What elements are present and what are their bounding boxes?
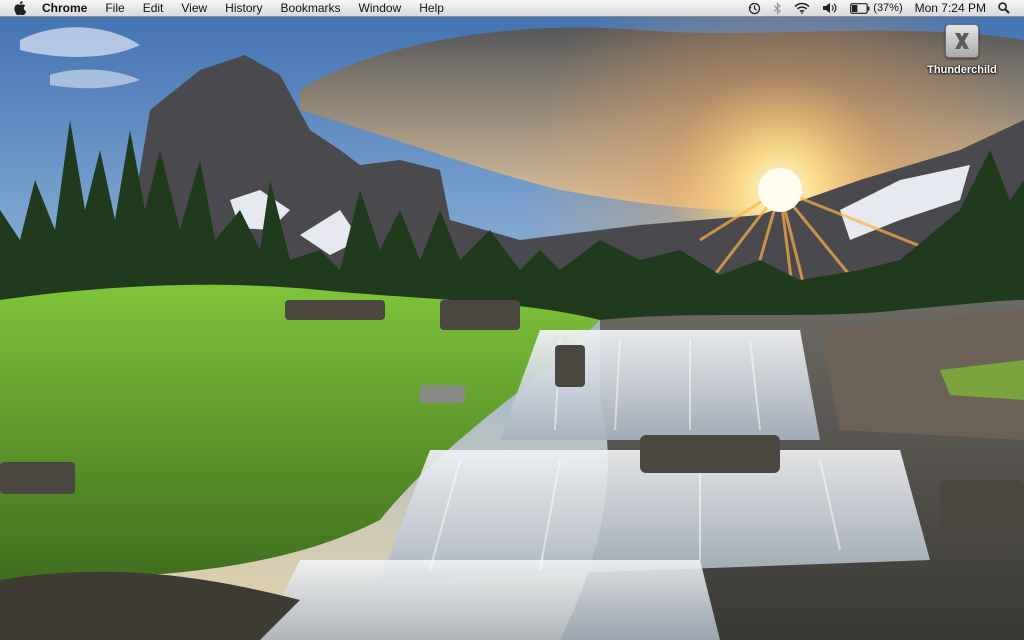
menu-edit[interactable]: Edit bbox=[134, 0, 173, 17]
menu-history[interactable]: History bbox=[216, 0, 271, 17]
menu-bar-status-area: (37%) Mon 7:24 PM bbox=[742, 0, 1024, 16]
menu-app-name[interactable]: Chrome bbox=[38, 0, 96, 17]
battery-percent: (37%) bbox=[873, 2, 903, 14]
bluetooth-icon[interactable] bbox=[767, 0, 788, 16]
time-machine-icon[interactable] bbox=[742, 0, 767, 16]
x-drive-icon[interactable] bbox=[945, 24, 979, 58]
wifi-icon[interactable] bbox=[788, 0, 816, 16]
apple-logo-icon[interactable] bbox=[14, 0, 28, 16]
menu-window[interactable]: Window bbox=[350, 0, 411, 17]
desktop-icon-thunderchild[interactable]: Thunderchild bbox=[922, 24, 1002, 76]
menu-help[interactable]: Help bbox=[410, 0, 453, 17]
desktop-wallpaper bbox=[0, 0, 1024, 640]
menu-bar: Chrome File Edit View History Bookmarks … bbox=[0, 0, 1024, 17]
desktop-icon-label[interactable]: Thunderchild bbox=[927, 64, 997, 76]
menu-bar-left: Chrome File Edit View History Bookmarks … bbox=[0, 0, 453, 16]
menu-bookmarks[interactable]: Bookmarks bbox=[272, 0, 350, 17]
battery-icon[interactable]: (37%) bbox=[844, 0, 908, 16]
menu-view[interactable]: View bbox=[172, 0, 216, 17]
spotlight-search-icon[interactable] bbox=[992, 0, 1016, 16]
volume-icon[interactable] bbox=[816, 0, 844, 16]
menu-file[interactable]: File bbox=[96, 0, 133, 17]
menu-clock[interactable]: Mon 7:24 PM bbox=[909, 0, 992, 16]
